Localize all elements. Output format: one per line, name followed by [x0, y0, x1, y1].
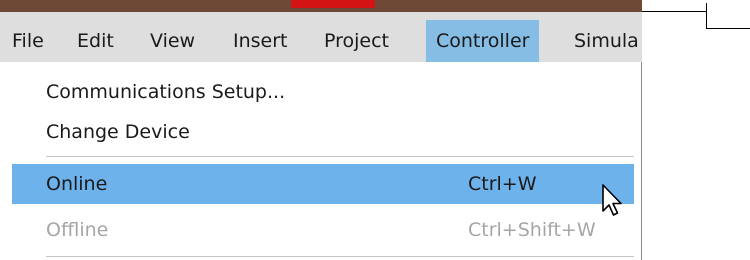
menu-item-label: Change Device: [46, 121, 190, 143]
menu-item-communications-setup[interactable]: Communications Setup...: [12, 72, 634, 112]
divider-line: [642, 11, 706, 12]
menu-separator: [46, 256, 634, 257]
menu-bar: File Edit View Insert Project Controller…: [0, 12, 642, 62]
menu-controller[interactable]: Controller: [426, 20, 540, 62]
menu-item-label: Online: [46, 173, 108, 195]
mouse-pointer-icon: [602, 184, 622, 216]
menu-item-online[interactable]: Online Ctrl+W: [12, 164, 634, 204]
menu-item-label: Offline: [46, 219, 109, 241]
menu-view[interactable]: View: [150, 20, 195, 62]
menu-item-shortcut: Ctrl+Shift+W: [468, 219, 596, 241]
menu-edit[interactable]: Edit: [77, 20, 114, 62]
menu-item-shortcut: Ctrl+W: [468, 173, 537, 195]
menu-file[interactable]: File: [12, 20, 44, 62]
title-bar: [0, 0, 642, 12]
menu-item-offline[interactable]: Offline Ctrl+Shift+W: [12, 210, 634, 250]
menu-item-change-device[interactable]: Change Device: [12, 112, 634, 152]
menu-insert[interactable]: Insert: [233, 20, 288, 62]
menu-simulate[interactable]: Simula: [574, 20, 639, 62]
title-bar-accent: [291, 0, 375, 8]
window-frame-corner: [706, 3, 750, 29]
menu-item-label: Communications Setup...: [46, 81, 286, 103]
controller-dropdown-menu: Communications Setup... Change Device On…: [0, 62, 642, 260]
menu-separator: [46, 156, 634, 157]
menu-project[interactable]: Project: [324, 20, 389, 62]
